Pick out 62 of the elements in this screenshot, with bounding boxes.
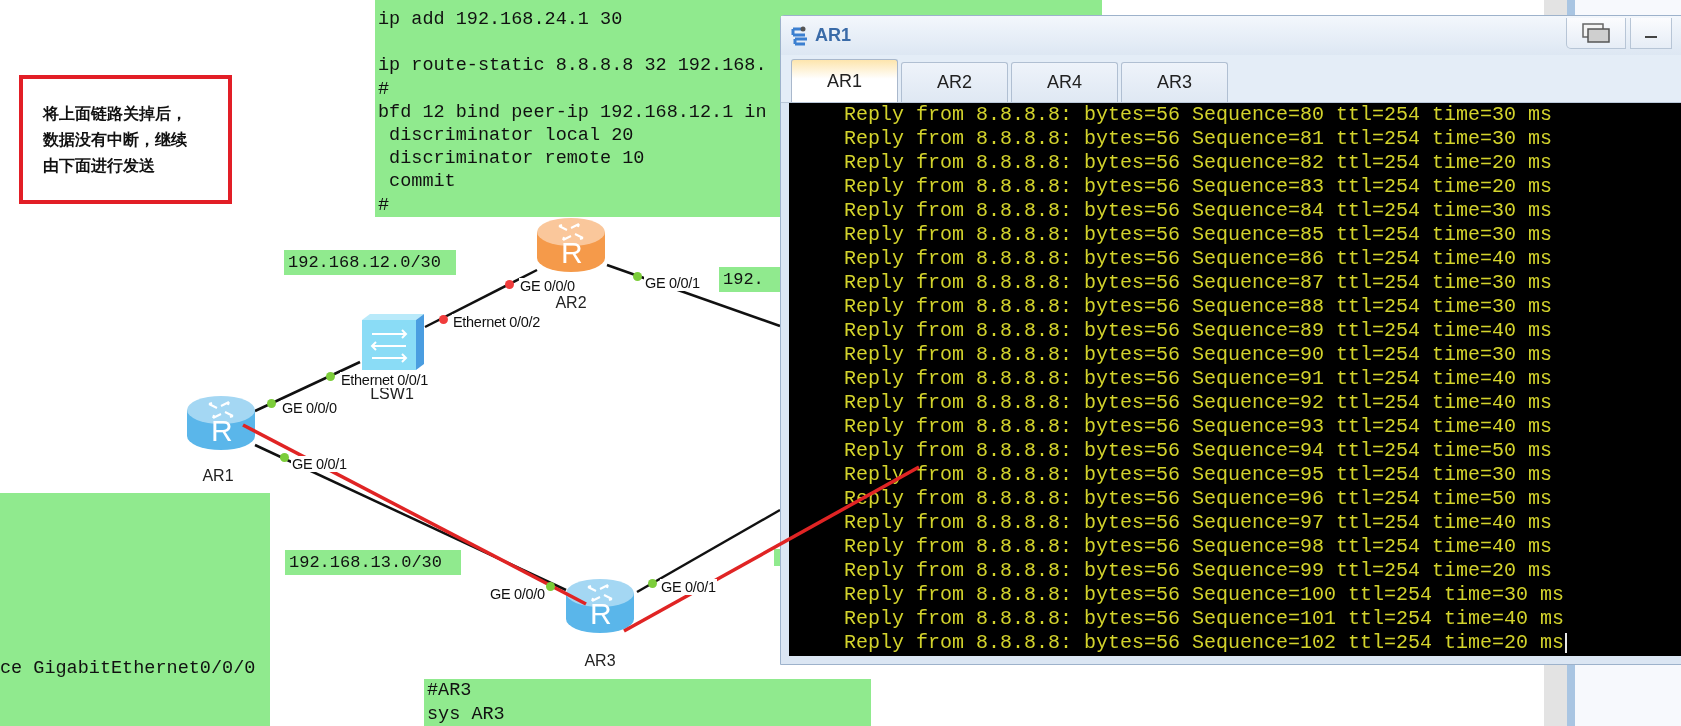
config-line: ce GigabitEthernet0/0/0 (0, 657, 256, 681)
port-label: GE 0/0/0 (489, 586, 546, 602)
port-label: GE 0/0/1 (291, 456, 348, 472)
console-line: Reply from 8.8.8.8: bytes=56 Sequence=93 ttl=254 time=40 ms (844, 415, 1553, 439)
console-line: Reply from 8.8.8.8: bytes=56 Sequence=81 ttl=254 time=30 ms (844, 127, 1553, 151)
device-label: AR3 (584, 652, 616, 670)
console-line: Reply from 8.8.8.8: bytes=56 Sequence=98 ttl=254 time=40 ms (844, 535, 1553, 559)
router-letter: R (211, 414, 233, 448)
console-tab[interactable]: AR1 (791, 59, 898, 102)
port-label: Ethernet 0/0/2 (452, 314, 541, 330)
console-line: Reply from 8.8.8.8: bytes=56 Sequence=95 ttl=254 time=30 ms (844, 463, 1553, 487)
port-label: GE 0/0/0 (281, 400, 338, 416)
config-line: sys AR3 (427, 702, 505, 726)
console-line: Reply from 8.8.8.8: bytes=56 Sequence=90 ttl=254 time=30 ms (844, 343, 1553, 367)
router-letter: R (590, 597, 612, 631)
config-line: discriminator local 20 (388, 124, 634, 148)
port-label: GE 0/0/1 (644, 275, 701, 291)
switch-icon[interactable] (360, 312, 426, 372)
console-line: Reply from 8.8.8.8: bytes=56 Sequence=101 ttl=254 time=40 ms (844, 607, 1565, 631)
console-line: Reply from 8.8.8.8: bytes=56 Sequence=86 ttl=254 time=40 ms (844, 247, 1553, 271)
config-line: #AR3 (427, 679, 472, 703)
console-line: Reply from 8.8.8.8: bytes=56 Sequence=87 ttl=254 time=30 ms (844, 271, 1553, 295)
device-label: AR1 (202, 467, 234, 485)
console-line: Reply from 8.8.8.8: bytes=56 Sequence=85 ttl=254 time=30 ms (844, 223, 1553, 247)
console-line: Reply from 8.8.8.8: bytes=56 Sequence=92 ttl=254 time=40 ms (844, 391, 1553, 415)
config-line: bfd 12 bind peer-ip 192.168.12.1 in (378, 100, 767, 124)
port-label: GE 0/0/1 (660, 579, 717, 595)
console-tab[interactable]: AR3 (1121, 62, 1228, 102)
config-line: ip add 192.168.24.1 30 (378, 8, 623, 32)
restore-icon (1581, 22, 1611, 44)
console-tab[interactable]: AR4 (1011, 62, 1118, 102)
console-line: Reply from 8.8.8.8: bytes=56 Sequence=97 ttl=254 time=40 ms (844, 511, 1553, 535)
console-line: Reply from 8.8.8.8: bytes=56 Sequence=83 ttl=254 time=20 ms (844, 175, 1553, 199)
port-label: GE 0/0/0 (519, 278, 576, 294)
console-tab[interactable]: AR2 (901, 62, 1008, 102)
console-line: Reply from 8.8.8.8: bytes=56 Sequence=100 ttl=254 time=30 ms (844, 583, 1565, 607)
console-line: Reply from 8.8.8.8: bytes=56 Sequence=80 ttl=254 time=30 ms (844, 103, 1553, 127)
router-letter: R (561, 236, 583, 270)
config-line: ip route-static 8.8.8.8 32 192.168. (378, 54, 767, 78)
console-line: Reply from 8.8.8.8: bytes=56 Sequence=102 ttl=254 time=20 ms (844, 631, 1565, 655)
config-line: # (378, 77, 390, 101)
console-line: Reply from 8.8.8.8: bytes=56 Sequence=88 ttl=254 time=30 ms (844, 295, 1553, 319)
config-line: commit (388, 170, 456, 194)
window-title: AR1 (815, 25, 851, 46)
minimize-button[interactable] (1630, 18, 1672, 49)
console-line: Reply from 8.8.8.8: bytes=56 Sequence=89 ttl=254 time=40 ms (844, 319, 1553, 343)
console-line: Reply from 8.8.8.8: bytes=56 Sequence=82 ttl=254 time=20 ms (844, 151, 1553, 175)
text-cursor (1565, 633, 1568, 653)
subnet-label: 192.168.13.0/30 (285, 550, 461, 575)
minimize-icon (1645, 36, 1657, 38)
console-line: Reply from 8.8.8.8: bytes=56 Sequence=91 ttl=254 time=40 ms (844, 367, 1553, 391)
callout-text: 将上面链路关掉后，数据没有中断，继续由下面进行发送 (43, 103, 188, 176)
restore-button[interactable] (1566, 18, 1626, 49)
config-line: discriminator remote 10 (388, 147, 645, 171)
subnet-label: 192. (719, 267, 780, 292)
console-line: Reply from 8.8.8.8: bytes=56 Sequence=99 ttl=254 time=20 ms (844, 559, 1553, 583)
subnet-label: 192.168.12.0/30 (284, 250, 456, 275)
console-line: Reply from 8.8.8.8: bytes=56 Sequence=94 ttl=254 time=50 ms (844, 439, 1553, 463)
port-label: Ethernet 0/0/1 (340, 372, 429, 388)
config-line: # (378, 193, 390, 217)
device-label: AR2 (555, 294, 587, 312)
console-line: Reply from 8.8.8.8: bytes=56 Sequence=84 ttl=254 time=30 ms (844, 199, 1553, 223)
